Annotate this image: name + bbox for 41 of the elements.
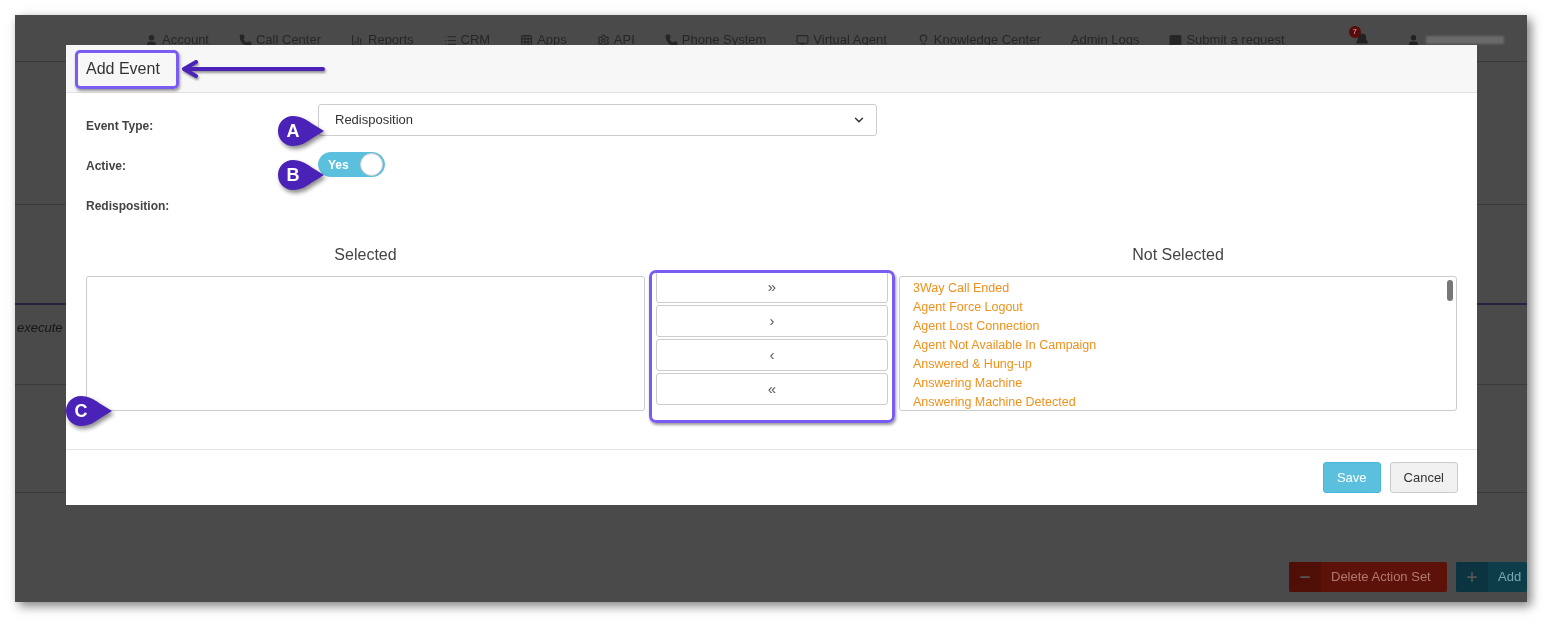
move-button[interactable]: « <box>656 373 888 405</box>
plus-icon <box>1465 570 1479 584</box>
callout-marker: A <box>277 115 325 147</box>
list-option[interactable]: 3Way Call Ended <box>913 279 1010 298</box>
list-option[interactable]: Agent Lost Connection <box>913 317 1040 336</box>
scrollbar-thumb[interactable] <box>1447 280 1453 301</box>
phone-icon <box>664 33 678 47</box>
user-icon[interactable] <box>1406 33 1420 47</box>
list-option[interactable]: Agent Force Logout <box>913 298 1023 317</box>
list-option[interactable]: Answering Machine Detected <box>913 393 1076 410</box>
notification-badge: 7 <box>1348 26 1361 38</box>
not-selected-listbox[interactable]: 3Way Call Ended Agent Force Logout Agent Lost Connection Agent Not Available In Campaign Answered & Hung-up Answering Machine Answering Machine Detected <box>899 276 1457 411</box>
save-button[interactable]: Save <box>1322 462 1381 493</box>
list-option[interactable]: Answered & Hung-up <box>913 355 1032 374</box>
user-icon <box>145 33 158 47</box>
list-option[interactable]: Answering Machine <box>913 374 1023 393</box>
add-button[interactable]: Add <box>1456 562 1527 592</box>
callout-marker: B <box>277 159 325 191</box>
field-label: Redisposition: <box>86 199 170 213</box>
list-icon <box>443 33 457 47</box>
list-heading: Selected <box>334 245 397 265</box>
list-heading: Not Selected <box>1132 245 1224 265</box>
list-option[interactable]: Agent Not Available In Campaign <box>913 336 1097 355</box>
dialog-title: Add Event <box>86 58 160 79</box>
active-toggle[interactable]: Yes <box>318 152 385 177</box>
event-type-select[interactable]: Redisposition <box>318 104 877 136</box>
monitor-icon <box>796 33 810 47</box>
phone-icon <box>239 33 252 47</box>
move-button[interactable]: » <box>656 271 888 303</box>
grid-icon <box>520 33 534 47</box>
bell-icon[interactable] <box>1354 33 1369 47</box>
settings-icon <box>596 33 610 47</box>
field-label: Active: <box>86 158 126 173</box>
move-button[interactable]: ‹ <box>656 339 888 371</box>
cancel-button[interactable]: Cancel <box>1389 462 1458 493</box>
bar-chart-icon <box>351 33 364 47</box>
field-label: Event Type: <box>86 119 154 133</box>
callout-marker: C <box>65 395 113 427</box>
move-button[interactable]: › <box>656 305 888 337</box>
delete-action-set-button[interactable]: Delete Action Set <box>1289 562 1447 592</box>
message-icon <box>1169 33 1183 47</box>
